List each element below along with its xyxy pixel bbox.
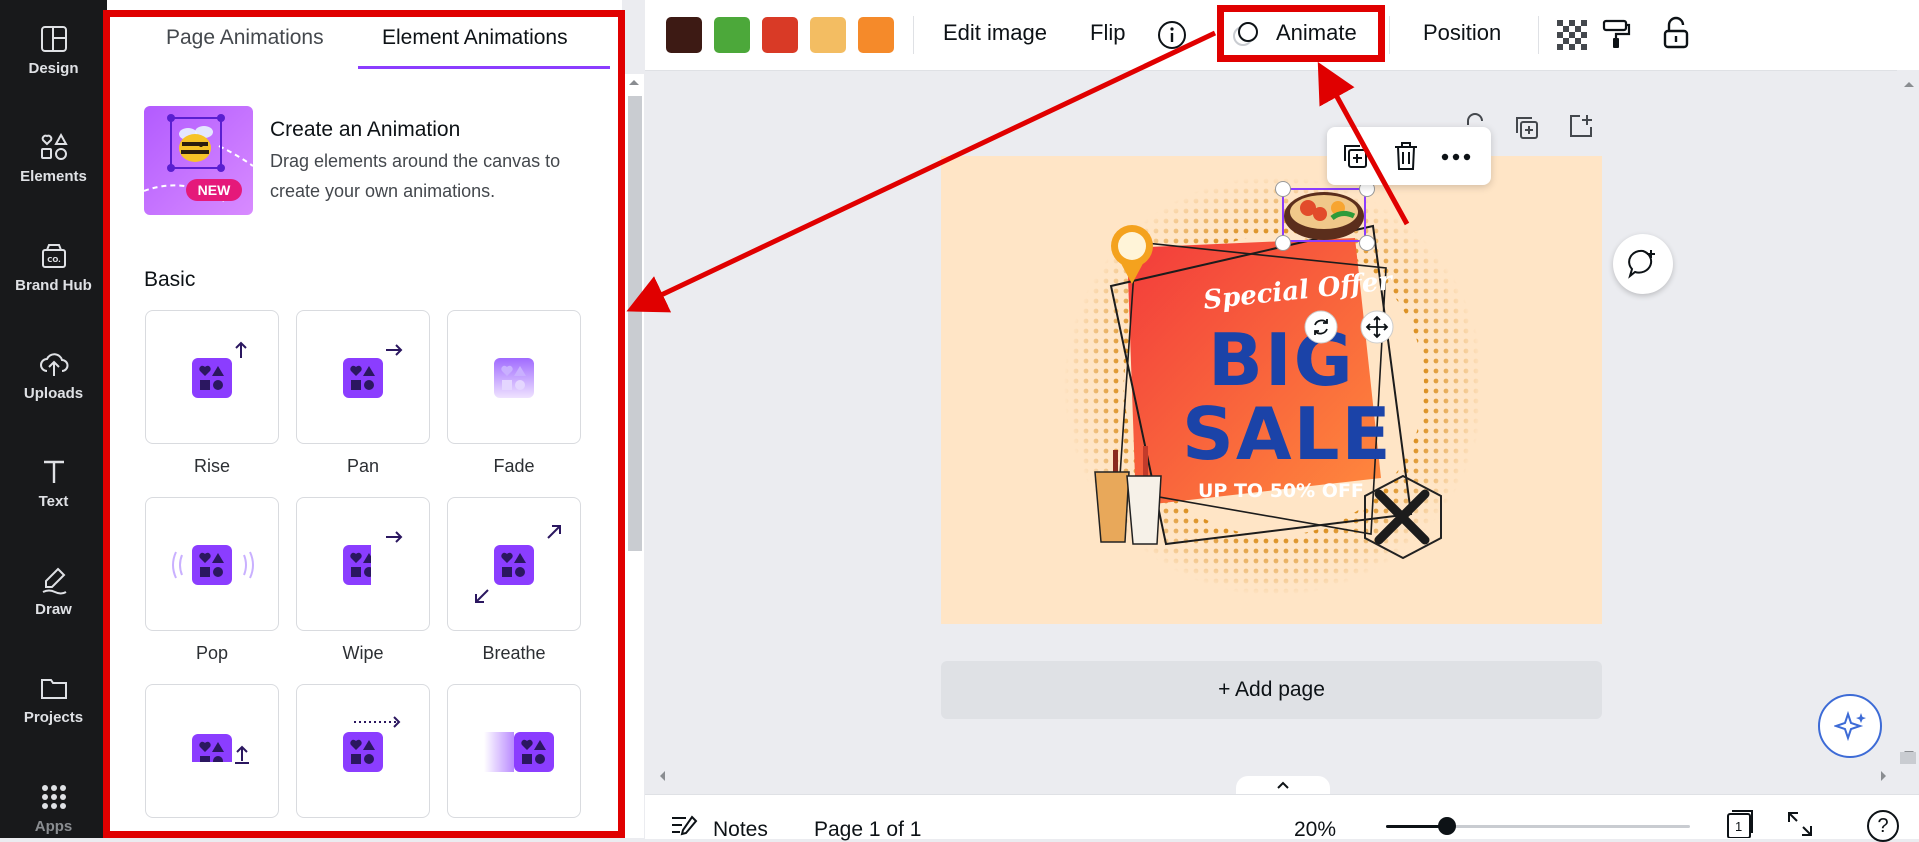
rail-item-text[interactable]: Text [0, 457, 107, 510]
rail-item-uploads[interactable]: Uploads [0, 349, 107, 402]
flip-button[interactable]: Flip [1090, 20, 1125, 46]
rail-label-draw: Draw [35, 601, 72, 618]
highlight-panel-box [103, 10, 625, 838]
resize-handle[interactable] [1275, 235, 1291, 251]
rail-item-design[interactable]: Design [0, 24, 107, 77]
rail-label-apps: Apps [34, 818, 73, 835]
rail-item-brand-hub[interactable]: CO. Brand Hub [0, 241, 107, 294]
comment-plus-icon [1628, 249, 1655, 279]
duplicate-page-icon[interactable] [1514, 115, 1540, 141]
selection-frame[interactable] [1282, 188, 1366, 242]
rail-item-draw[interactable]: Draw [0, 565, 107, 618]
edit-image-button[interactable]: Edit image [943, 20, 1047, 46]
resize-handle[interactable] [1275, 181, 1291, 197]
rail-label-projects: Projects [23, 709, 84, 726]
drink-cups-image[interactable] [1089, 446, 1169, 546]
element-context-toolbar [1327, 127, 1491, 185]
scroll-right-icon[interactable] [1880, 770, 1888, 782]
cutlery-icon[interactable] [1361, 474, 1445, 560]
trash-icon[interactable] [1393, 141, 1419, 171]
add-page-button[interactable]: + Add page [941, 661, 1602, 719]
position-button[interactable]: Position [1423, 20, 1501, 46]
rail-label-uploads: Uploads [23, 385, 84, 402]
zoom-slider-thumb[interactable] [1437, 817, 1456, 835]
left-rail: Design Elements CO. Brand Hub Uploads Te… [0, 0, 107, 838]
toolbar-divider [1538, 16, 1539, 54]
scroll-up-icon[interactable] [1903, 80, 1915, 88]
apps-icon [41, 785, 66, 809]
projects-icon [40, 679, 67, 699]
collapse-notes-tab[interactable] [1236, 776, 1330, 794]
canvas-scrollbar-thumb[interactable] [1900, 752, 1916, 764]
rail-label-text: Text [38, 493, 69, 510]
highlight-animate-box [1217, 5, 1385, 62]
more-options-icon[interactable] [1441, 153, 1471, 161]
rail-label-design: Design [28, 60, 79, 77]
zoom-value[interactable]: 20% [1294, 818, 1336, 842]
subline-offer[interactable]: UP TO 50% OFF [1198, 480, 1364, 502]
info-icon[interactable] [1157, 20, 1187, 50]
notes-icon[interactable] [670, 814, 698, 838]
chevron-up-icon [1277, 781, 1289, 789]
transparency-icon[interactable] [1557, 20, 1587, 50]
magic-assistant-button[interactable] [1818, 694, 1882, 758]
svg-text:CO.: CO. [47, 256, 61, 264]
rail-item-projects[interactable]: Projects [0, 673, 107, 726]
rail-item-apps[interactable]: Apps [0, 782, 107, 835]
scroll-left-icon[interactable] [658, 770, 666, 782]
color-swatch-1[interactable] [666, 17, 702, 53]
notes-button[interactable]: Notes [713, 818, 768, 842]
color-swatch-4[interactable] [810, 17, 846, 53]
sparkle-icon [1834, 710, 1866, 742]
fullscreen-icon[interactable] [1786, 810, 1814, 838]
rail-label-elements: Elements [20, 168, 87, 185]
toolbar-divider [1389, 16, 1390, 54]
add-comment-button[interactable] [1613, 234, 1673, 294]
lock-icon[interactable] [1662, 16, 1690, 50]
headline-sale[interactable]: SALE [1182, 392, 1393, 476]
page-count: 1 [1735, 819, 1743, 834]
rail-item-elements[interactable]: Elements [0, 132, 107, 185]
color-swatch-2[interactable] [714, 17, 750, 53]
text-icon [43, 460, 64, 483]
paint-roller-icon[interactable] [1601, 18, 1631, 50]
page-indicator[interactable]: Page 1 of 1 [814, 818, 921, 842]
color-swatch-5[interactable] [858, 17, 894, 53]
design-page[interactable]: Special Offer BIG SALE UP TO 50% OFF [941, 156, 1602, 624]
page-grid-button[interactable]: 1 [1725, 809, 1755, 838]
elements-icon [40, 132, 68, 160]
add-page-icon[interactable] [1568, 113, 1594, 139]
scroll-up-icon[interactable] [628, 78, 640, 86]
brand-hub-icon: CO. [41, 244, 66, 268]
toolbar-divider [913, 16, 914, 54]
color-swatch-3[interactable] [762, 17, 798, 53]
design-icon [40, 26, 67, 52]
help-button[interactable]: ? [1867, 810, 1899, 842]
resize-handle[interactable] [1359, 235, 1375, 251]
uploads-icon [39, 353, 68, 376]
rotate-icon[interactable] [1304, 310, 1338, 344]
canvas-scrollbar[interactable] [1897, 70, 1919, 794]
panel-scrollbar-thumb[interactable] [628, 96, 642, 551]
rail-label-brand-hub: Brand Hub [15, 277, 92, 294]
draw-icon [42, 567, 67, 595]
move-icon[interactable] [1360, 310, 1394, 344]
duplicate-icon[interactable] [1341, 142, 1369, 170]
